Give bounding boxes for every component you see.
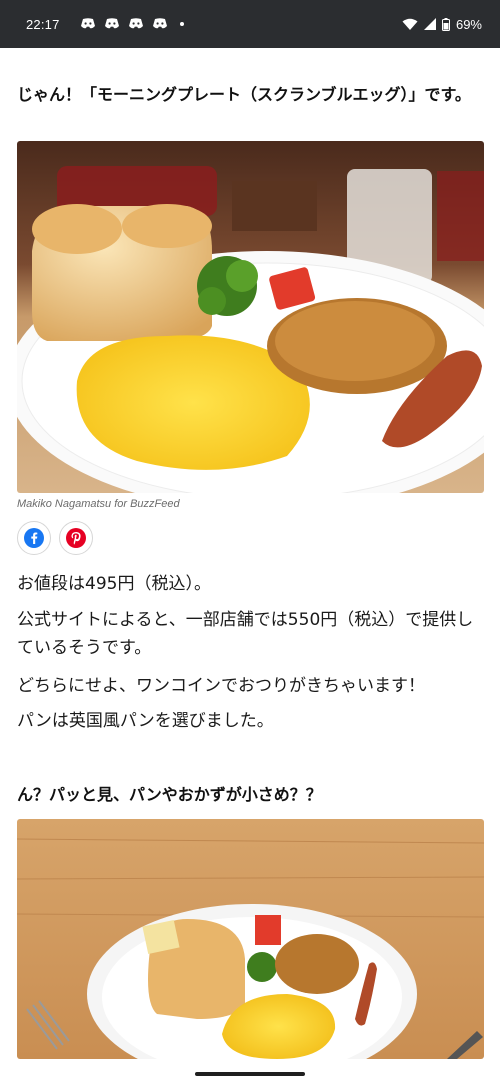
paragraph: どちらにせよ、ワンコインでおつりがきちゃいます！	[17, 676, 425, 696]
status-time: 22:17	[26, 16, 60, 32]
status-right: 69%	[402, 17, 482, 32]
pinterest-icon	[66, 528, 86, 548]
more-notifications-dot	[179, 22, 184, 26]
notification-icons	[80, 18, 184, 30]
discord-icon	[152, 18, 167, 29]
morning-plate-photo[interactable]	[17, 141, 484, 493]
cell-signal-icon	[423, 18, 436, 30]
section-heading-2: ん？パッと見、パンやおかずが小さめ？？	[17, 785, 322, 804]
battery-icon	[441, 17, 450, 31]
wifi-icon	[402, 18, 418, 30]
discord-icon	[80, 18, 95, 29]
discord-icon	[128, 18, 143, 29]
section-heading-1: じゃん！「モーニングプレート（スクランブルエッグ）」です。	[17, 85, 471, 104]
share-buttons	[17, 521, 93, 555]
facebook-icon	[24, 528, 44, 548]
paragraph: お値段は495円（税込）。	[17, 574, 211, 594]
home-gesture-handle[interactable]	[195, 1072, 305, 1076]
discord-icon	[104, 18, 119, 29]
image-credit: Makiko Nagamatsu for BuzzFeed	[17, 498, 180, 510]
battery-percent: 69%	[455, 16, 482, 32]
paragraph: パンは英国風パンを選びました。	[17, 711, 274, 731]
plate-on-table-illustration	[17, 819, 484, 1059]
plate-on-table-photo[interactable]	[17, 819, 484, 1059]
paragraph: 公式サイトによると、一部店舗では550円（税込）で提供しているそうです。	[17, 610, 474, 658]
facebook-share-button[interactable]	[17, 521, 51, 555]
morning-plate-illustration	[17, 141, 484, 493]
status-bar: 22:17 69%	[0, 0, 500, 48]
pinterest-share-button[interactable]	[59, 521, 93, 555]
gesture-nav-bar	[0, 1059, 500, 1083]
